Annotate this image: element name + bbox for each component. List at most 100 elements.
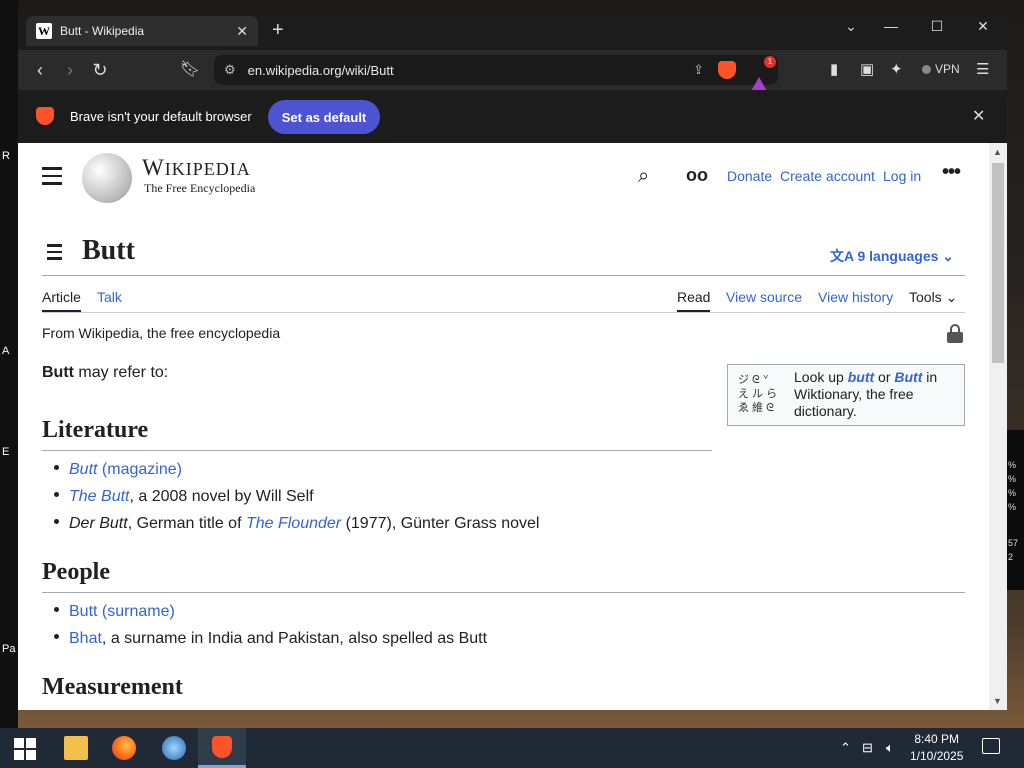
tab-active[interactable]: W Butt - Wikipedia ✕ [26,16,258,46]
translate-icon: 文A [830,248,854,264]
wiktionary-link-butt[interactable]: butt [848,369,874,385]
create-account-link[interactable]: Create account [780,168,875,184]
widget-label: % [1008,502,1017,512]
start-windows-icon[interactable] [14,736,38,760]
link-butt-magazine-suffix[interactable]: (magazine) [97,461,182,478]
search-icon[interactable]: ⌕ [638,165,649,188]
infobar-message: Brave isn't your default browser [70,109,252,124]
wikipedia-tagline: The Free Encyclopedia [144,181,256,195]
link-the-flounder[interactable]: The Flounder [246,515,341,532]
forward-icon[interactable]: › [58,59,82,81]
url-text[interactable]: en.wikipedia.org/wiki/Butt [248,63,693,78]
taskbar: ⌃ ⊟ 🔈︎ 8:40 PM 1/10/2025 [0,728,1024,768]
desktop-right-strip: % % % % 57 2 [1006,430,1024,590]
main-menu-icon[interactable] [42,167,62,190]
page-title: Butt [82,235,135,266]
reload-icon[interactable]: ↻ [88,59,112,81]
default-browser-infobar: Brave isn't your default browser Set as … [18,90,1007,143]
wiktionary-link-Butt[interactable]: Butt [894,369,922,385]
from-wikipedia-text: From Wikipedia, the free encyclopedia [42,325,281,341]
notifications-icon[interactable] [982,738,1000,754]
close-window-icon[interactable]: ✕ [963,18,1003,35]
back-icon[interactable]: ‹ [28,59,52,81]
wiktionary-box: ジ ᘓ ᘁえ ル らゑ 維 ᘓ Look up butt or Butt in … [727,364,965,426]
table-of-contents-icon[interactable] [42,244,62,264]
tune-icon[interactable]: ⚙ [224,62,236,78]
scrollbar-thumb[interactable] [992,163,1004,363]
link-butt-surname[interactable]: Butt (surname) [69,603,175,620]
more-icon[interactable]: ••• [942,161,961,184]
page-scrollbar[interactable]: ▲ ▼ [989,143,1007,710]
link-the-butt[interactable]: The Butt [69,488,129,505]
lock-icon[interactable] [947,324,963,343]
list-item: Der Butt, German title of The Flounder (… [54,515,539,533]
leo-icon[interactable]: ✦ [890,60,903,78]
app-icon[interactable] [162,736,186,760]
address-bar[interactable]: ⚙ en.wikipedia.org/wiki/Butt ⇪ 1 [214,55,778,93]
clock[interactable]: 8:40 PM 1/10/2025 [910,731,963,765]
wikipedia-wordmark[interactable]: WIKIPEDIA [142,155,251,181]
brave-logo-icon [36,107,54,125]
brave-shields-icon[interactable] [718,61,736,79]
vpn-button[interactable]: VPN [922,62,960,76]
list-item: Bhat, a surname in India and Pakistan, a… [54,630,487,648]
volume-muted-icon[interactable]: 🔈︎ [886,740,894,756]
wallet-icon[interactable]: ▣ [860,60,874,78]
wikipedia-favicon-icon: W [36,23,52,39]
desktop-left-strip: R A E Pa [0,0,18,728]
list-item: Butt (magazine) [54,461,182,479]
tab-article[interactable]: Article [42,289,81,305]
link-butt-magazine[interactable]: Butt [69,461,97,478]
tab-title: Butt - Wikipedia [60,24,145,38]
minimize-icon[interactable]: — [871,18,911,34]
section-heading-measurement: Measurement [42,674,183,700]
bookmark-icon[interactable]: 🔖︎ [178,59,202,81]
link-bhat[interactable]: Bhat [69,630,102,647]
tray-chevron-icon[interactable]: ⌃ [840,740,851,756]
tab-search-chevron-icon[interactable]: ⌄ [831,18,871,35]
web-page: WIKIPEDIA The Free Encyclopedia ⌕ oo Don… [18,143,989,710]
donate-link[interactable]: Donate [727,168,772,184]
network-icon[interactable]: ⊟ [862,740,873,756]
intro-rest: may refer to: [73,364,169,381]
tab-read[interactable]: Read [677,289,710,305]
tab-view-source[interactable]: View source [726,289,802,305]
tab-view-history[interactable]: View history [818,289,893,305]
tab-close-icon[interactable]: ✕ [236,23,248,40]
rewards-badge: 1 [764,56,776,68]
tab-strip: W Butt - Wikipedia ✕ + ⌄ — ☐ ✕ [18,10,1007,50]
languages-label: 9 languages [857,248,939,264]
tab-talk[interactable]: Talk [97,289,122,305]
brave-taskbar-icon[interactable] [198,728,246,768]
sidebar-icon[interactable]: ▮ [830,60,838,78]
section-divider [42,450,712,451]
languages-button[interactable]: 文A 9 languages ⌄ [830,246,954,266]
infobar-close-icon[interactable]: ✕ [972,106,985,126]
rewards-icon[interactable]: 1 [750,56,776,93]
desktop-label: Pa [2,643,16,655]
section-heading-people: People [42,559,110,585]
desktop-label: A [2,345,10,357]
clock-date: 1/10/2025 [910,749,964,763]
reading-glasses-icon[interactable]: oo [686,165,708,186]
wiktionary-text: Look up butt or Butt in Wiktionary, the … [794,369,938,419]
section-divider [42,592,965,593]
clock-time: 8:40 PM [914,732,960,746]
share-icon[interactable]: ⇪ [693,62,704,78]
log-in-link[interactable]: Log in [883,168,921,184]
scroll-down-icon[interactable]: ▼ [993,696,1002,706]
wikipedia-globe-logo[interactable] [82,153,132,203]
wiktionary-logo-icon: ジ ᘓ ᘁえ ル らゑ 維 ᘓ [738,374,778,414]
firefox-icon[interactable] [112,736,136,760]
set-default-button[interactable]: Set as default [268,100,380,134]
widget-label: % [1008,460,1017,470]
maximize-icon[interactable]: ☐ [917,18,957,35]
file-explorer-icon[interactable] [64,736,88,760]
menu-icon[interactable]: ☰ [976,60,989,78]
new-tab-icon[interactable]: + [272,20,284,40]
tools-menu[interactable]: Tools ⌄ [909,289,957,306]
intro-text: Butt may refer to: [42,364,168,382]
scroll-up-icon[interactable]: ▲ [993,147,1002,157]
section-heading-literature: Literature [42,417,149,443]
desktop-label: E [2,446,10,458]
